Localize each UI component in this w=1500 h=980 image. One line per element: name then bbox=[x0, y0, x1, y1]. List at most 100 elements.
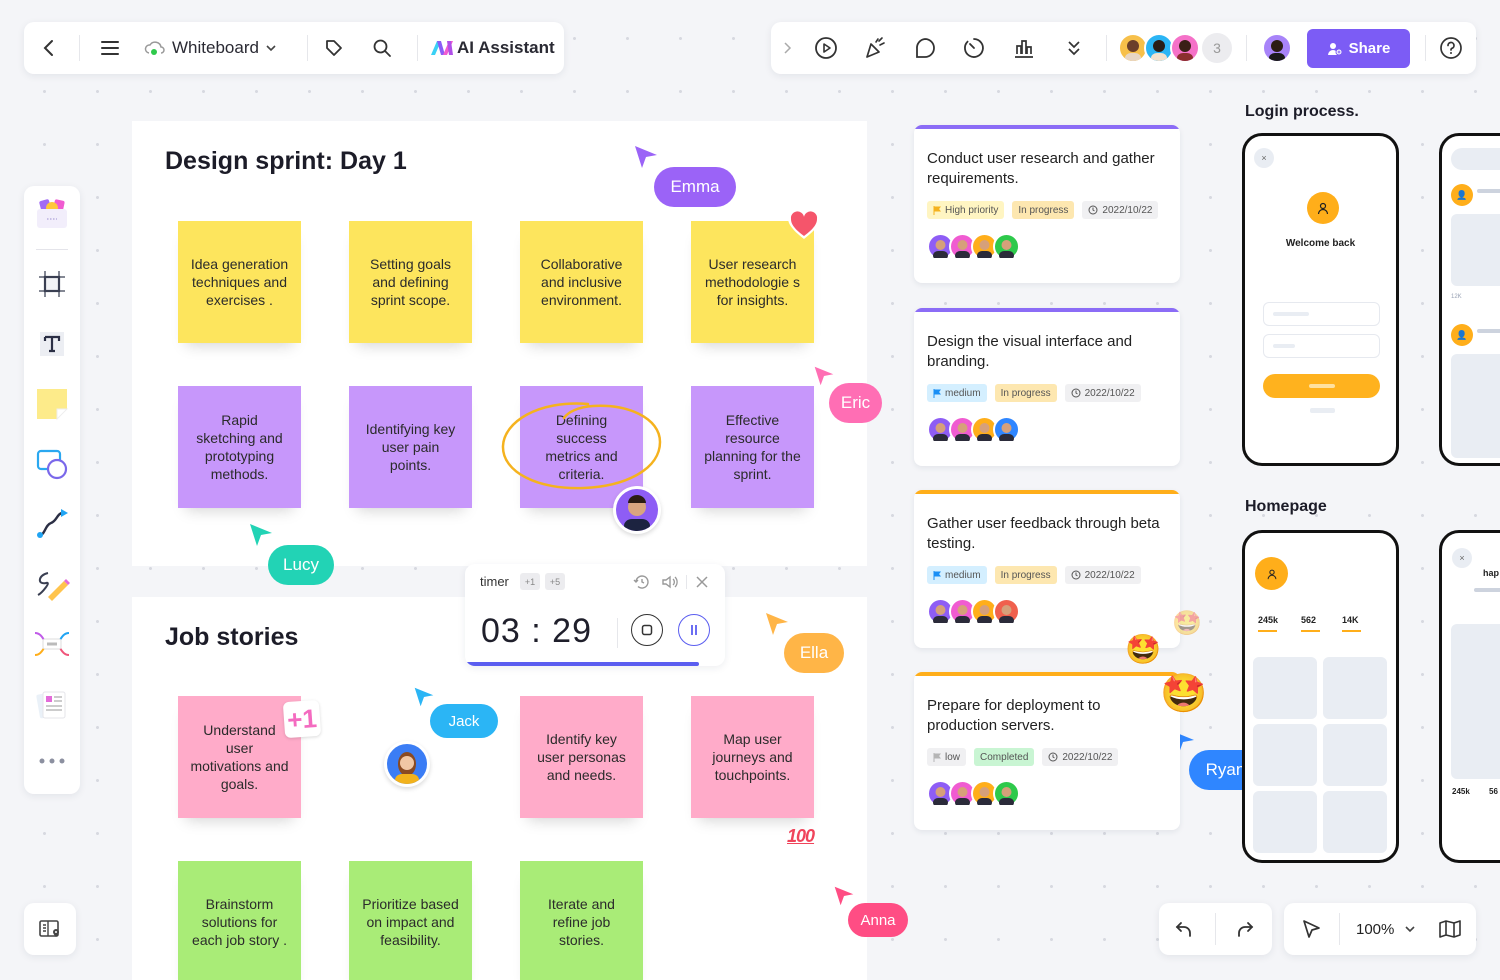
collaborator-avatar[interactable] bbox=[613, 486, 661, 534]
document-title-dropdown[interactable]: Whiteboard bbox=[144, 22, 277, 74]
priority-badge[interactable]: medium bbox=[927, 384, 987, 402]
phone-wireframe-login[interactable]: × Welcome back bbox=[1242, 133, 1399, 466]
timer-button[interactable] bbox=[961, 22, 987, 74]
present-button[interactable] bbox=[813, 22, 839, 74]
sticky-note[interactable]: Collaborative and inclusive environment. bbox=[520, 221, 643, 343]
frame-tool[interactable] bbox=[32, 264, 72, 304]
status-badge[interactable]: In progress bbox=[1012, 201, 1075, 219]
pause-button[interactable] bbox=[678, 614, 710, 646]
share-label: Share bbox=[1348, 40, 1391, 57]
sticky-note[interactable]: Identify key user personas and needs. bbox=[520, 696, 643, 818]
collaborator-avatar[interactable] bbox=[1170, 33, 1200, 63]
collapse-toolbar-button[interactable] bbox=[779, 22, 795, 74]
due-date: 2022/10/22 bbox=[1102, 204, 1153, 216]
priority-badge[interactable]: medium bbox=[927, 566, 987, 584]
image-placeholder bbox=[1323, 724, 1387, 786]
back-button[interactable] bbox=[36, 22, 62, 74]
phone-wireframe-feed[interactable]: 👤 12K 👤 bbox=[1439, 133, 1500, 466]
task-card[interactable]: Design the visual interface and branding… bbox=[914, 308, 1180, 466]
reset-icon[interactable] bbox=[633, 573, 651, 591]
redo-button[interactable] bbox=[1232, 917, 1258, 941]
sticky-note[interactable]: Map user journeys and touchpoints. bbox=[691, 696, 814, 818]
assignee-avatar[interactable] bbox=[993, 780, 1020, 807]
more-tools-button[interactable] bbox=[32, 741, 72, 781]
phone-wireframe-detail[interactable]: × hap 245k 56 bbox=[1439, 530, 1500, 863]
task-card[interactable]: Gather user feedback through beta testin… bbox=[914, 490, 1180, 648]
add-five-minutes-button[interactable]: +5 bbox=[545, 573, 565, 590]
share-button[interactable]: Share bbox=[1307, 29, 1410, 68]
divider bbox=[1246, 35, 1247, 61]
mind-map-icon bbox=[34, 632, 70, 656]
pen-tool[interactable] bbox=[32, 564, 72, 604]
priority-badge[interactable]: High priority bbox=[927, 201, 1005, 219]
more-icon bbox=[39, 758, 65, 764]
outline-button[interactable] bbox=[24, 903, 76, 955]
priority-label: medium bbox=[945, 387, 981, 399]
task-title: Design the visual interface and branding… bbox=[927, 333, 1133, 370]
connector-tool[interactable] bbox=[32, 504, 72, 544]
detail-title: hap bbox=[1483, 568, 1500, 578]
menu-button[interactable] bbox=[98, 22, 122, 74]
sticky-note[interactable]: Effective resource planning for the spri… bbox=[691, 386, 814, 508]
sticky-note[interactable]: Identifying key user pain points. bbox=[349, 386, 472, 508]
help-button[interactable] bbox=[1438, 22, 1464, 74]
timer-label: timer bbox=[480, 574, 509, 589]
close-icon: × bbox=[1254, 148, 1274, 168]
flag-icon bbox=[933, 752, 941, 762]
task-card[interactable]: Prepare for deployment to production ser… bbox=[914, 672, 1180, 830]
chevron-down-icon bbox=[266, 45, 276, 52]
vote-chart-button[interactable] bbox=[1011, 22, 1037, 74]
close-icon[interactable] bbox=[694, 574, 710, 590]
assignee-avatar[interactable] bbox=[993, 233, 1020, 260]
select-tool-button[interactable] bbox=[1298, 917, 1324, 941]
minimap-button[interactable] bbox=[1436, 917, 1464, 941]
stop-button[interactable] bbox=[631, 614, 663, 646]
status-badge[interactable]: In progress bbox=[994, 566, 1057, 584]
sticky-note[interactable]: Brainstorm solutions for each job story … bbox=[178, 861, 301, 980]
shapes-tool[interactable] bbox=[32, 444, 72, 484]
heart-sticker-icon[interactable] bbox=[787, 209, 821, 241]
divider bbox=[1425, 35, 1426, 61]
search-button[interactable] bbox=[370, 22, 394, 74]
sticky-note[interactable]: Understand user motivations and goals. bbox=[178, 696, 301, 818]
zoom-level-dropdown[interactable]: 100% bbox=[1356, 903, 1416, 955]
document-title: Whiteboard bbox=[172, 38, 259, 57]
mind-map-tool[interactable] bbox=[32, 624, 72, 664]
plus-one-sticker[interactable]: +1 bbox=[282, 699, 322, 739]
add-one-minute-button[interactable]: +1 bbox=[520, 573, 540, 590]
comment-button[interactable] bbox=[912, 22, 938, 74]
task-card[interactable]: Conduct user research and gather require… bbox=[914, 125, 1180, 283]
sticky-note[interactable]: Prioritize based on impact and feasibili… bbox=[349, 861, 472, 980]
sticky-note[interactable]: Idea generation techniques and exercises… bbox=[178, 221, 301, 343]
sticky-note-tool[interactable] bbox=[32, 384, 72, 424]
current-user-avatar[interactable] bbox=[1262, 33, 1292, 63]
sticky-note[interactable]: Rapid sketching and prototyping methods. bbox=[178, 386, 301, 508]
phone-wireframe-homepage[interactable]: 245k 562 14K bbox=[1242, 530, 1399, 863]
templates-tool[interactable] bbox=[32, 194, 72, 234]
text-tool[interactable] bbox=[32, 324, 72, 364]
collaborator-avatar[interactable] bbox=[384, 741, 430, 787]
highlight-circle-drawing[interactable] bbox=[498, 398, 666, 494]
status-badge[interactable]: Completed bbox=[974, 748, 1035, 766]
due-date-badge[interactable]: 2022/10/22 bbox=[1082, 201, 1159, 219]
celebrate-button[interactable] bbox=[862, 22, 888, 74]
priority-badge[interactable]: low bbox=[927, 748, 967, 766]
due-date-badge[interactable]: 2022/10/22 bbox=[1042, 748, 1119, 766]
due-date-badge[interactable]: 2022/10/22 bbox=[1064, 566, 1141, 584]
hundred-sticker[interactable]: 100 bbox=[787, 826, 815, 847]
assignee-avatar[interactable] bbox=[993, 416, 1020, 443]
ai-assistant-button[interactable]: AI Assistant bbox=[430, 22, 555, 74]
due-date-badge[interactable]: 2022/10/22 bbox=[1064, 384, 1141, 402]
hamburger-icon bbox=[101, 41, 119, 55]
undo-button[interactable] bbox=[1171, 917, 1197, 941]
card-tool[interactable] bbox=[32, 684, 72, 724]
password-field bbox=[1263, 334, 1380, 358]
sound-icon[interactable] bbox=[660, 573, 678, 591]
collaborator-count[interactable]: 3 bbox=[1202, 33, 1232, 63]
assignee-avatar[interactable] bbox=[993, 598, 1020, 625]
tag-button[interactable] bbox=[322, 22, 346, 74]
status-badge[interactable]: In progress bbox=[994, 384, 1057, 402]
sticky-note[interactable]: Iterate and refine job stories. bbox=[520, 861, 643, 980]
sticky-note[interactable]: Setting goals and defining sprint scope. bbox=[349, 221, 472, 343]
more-tools-button[interactable] bbox=[1062, 22, 1086, 74]
